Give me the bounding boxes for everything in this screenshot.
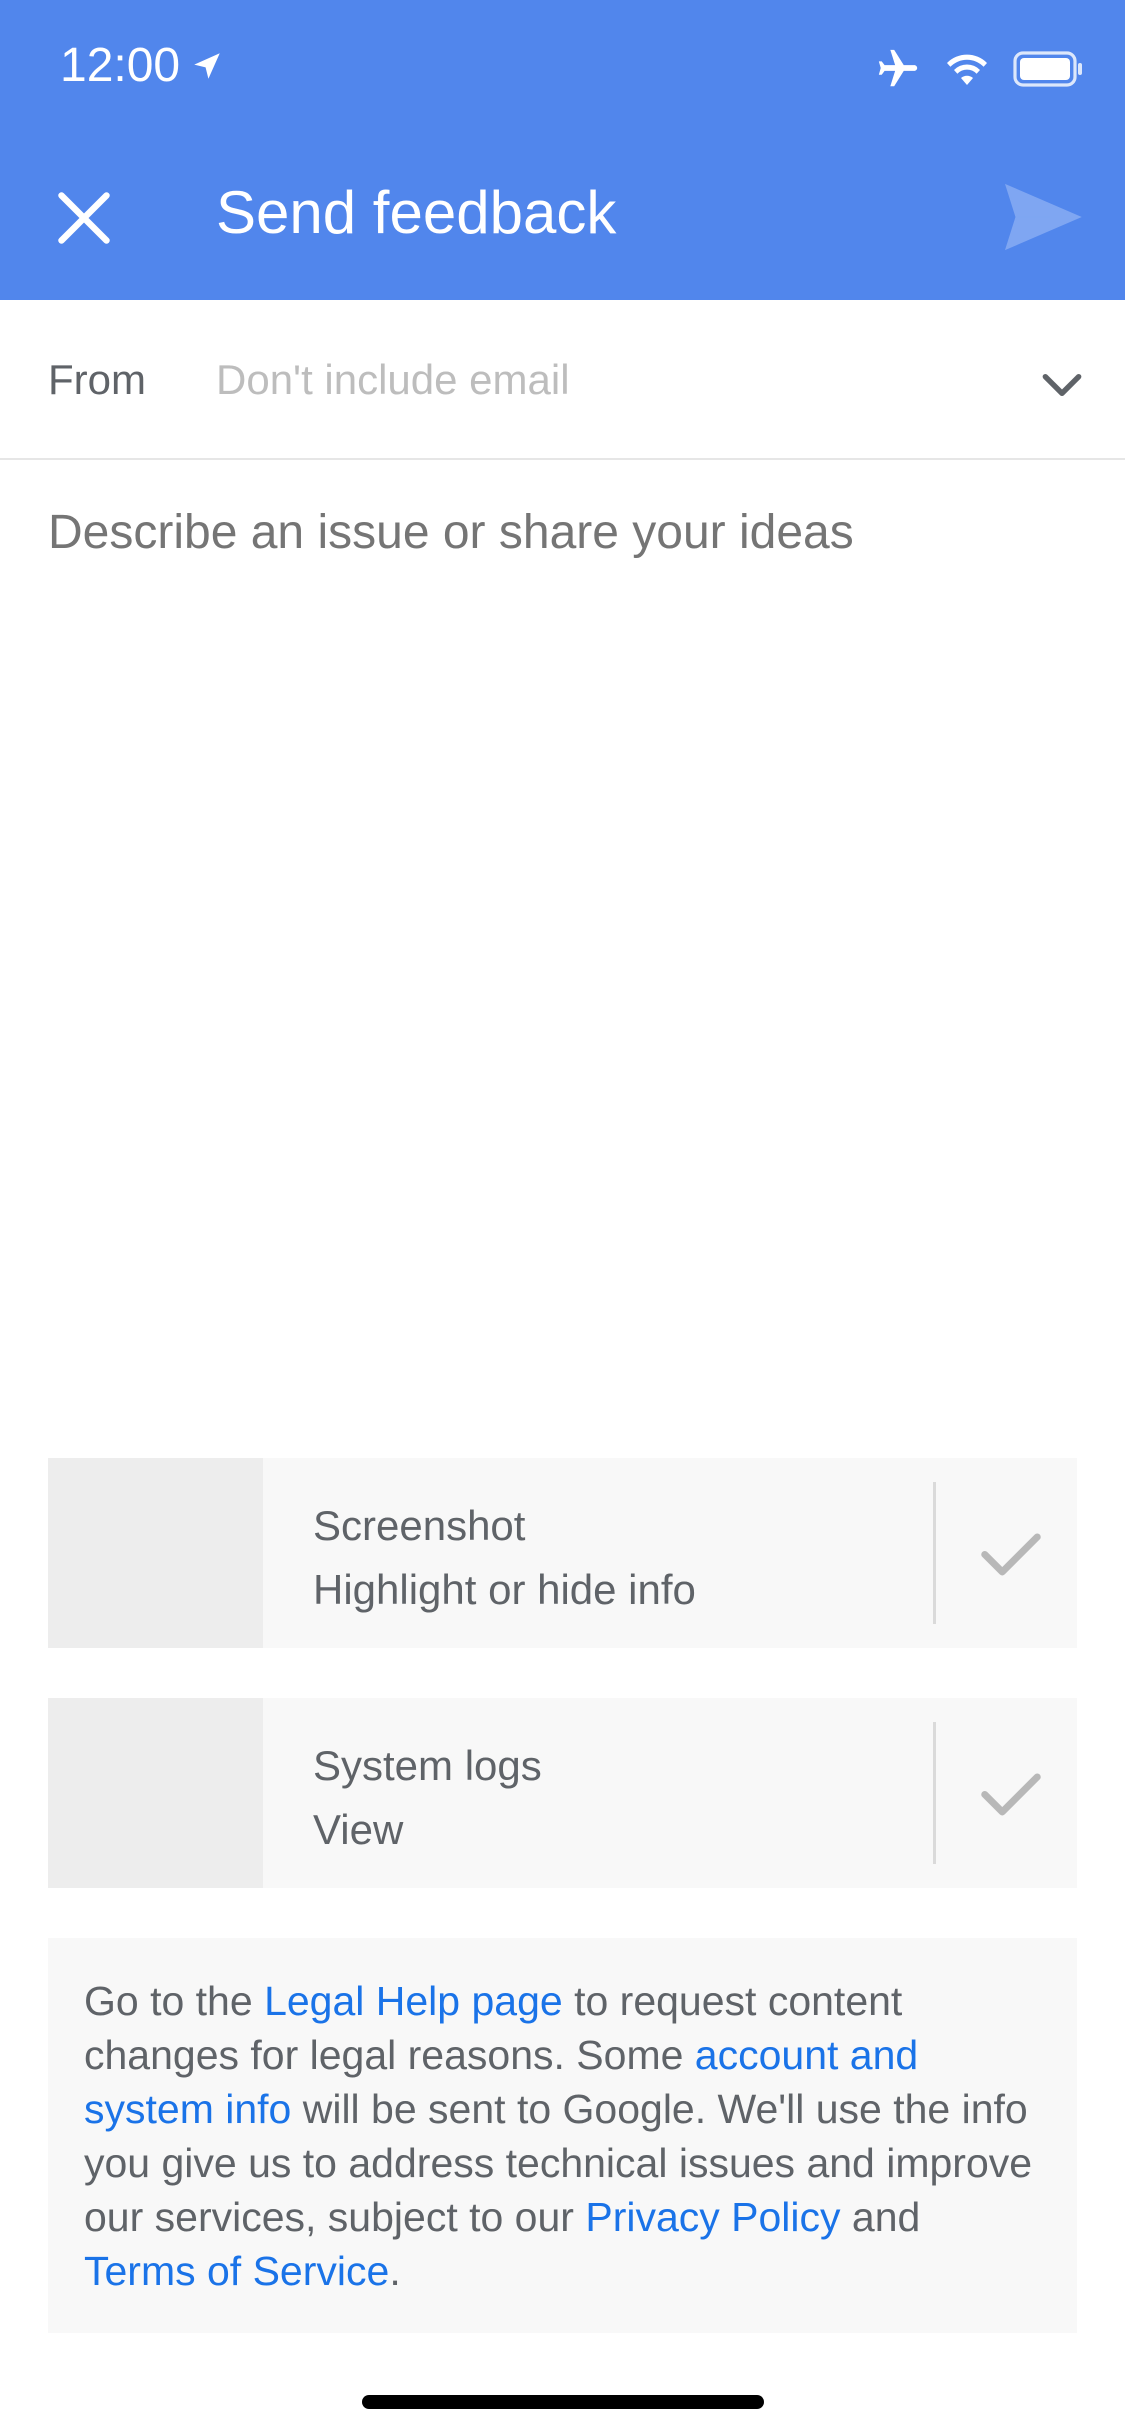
status-icons — [875, 46, 1085, 92]
screenshot-thumbnail[interactable] — [48, 1458, 263, 1648]
terms-of-service-link[interactable]: Terms of Service — [84, 2248, 389, 2294]
legal-text: Go to the — [84, 1978, 265, 2024]
location-arrow-icon — [194, 52, 220, 79]
system-logs-thumbnail[interactable] — [48, 1698, 263, 1888]
system-logs-title: System logs — [313, 1742, 542, 1789]
screenshot-subtitle[interactable]: Highlight or hide info — [313, 1566, 696, 1614]
feedback-description-input[interactable] — [48, 505, 1078, 1385]
legal-text: and — [840, 2194, 921, 2240]
divider — [933, 1482, 936, 1624]
from-selector[interactable]: From Don't include email — [0, 300, 1125, 460]
divider — [933, 1722, 936, 1864]
from-value[interactable]: Don't include email — [216, 356, 570, 404]
from-label: From — [48, 356, 146, 403]
send-icon[interactable] — [1003, 182, 1083, 252]
privacy-policy-link[interactable]: Privacy Policy — [585, 2194, 840, 2240]
checkmark-icon[interactable] — [976, 1758, 1046, 1828]
battery-icon — [1013, 51, 1082, 87]
screenshot-attachment[interactable]: Screenshot Highlight or hide info — [48, 1458, 1077, 1648]
system-logs-view-link[interactable]: View — [313, 1806, 403, 1854]
system-logs-attachment[interactable]: System logs View — [48, 1698, 1077, 1888]
home-indicator[interactable] — [362, 2395, 764, 2409]
airplane-mode-icon — [878, 49, 918, 87]
page-title: Send feedback — [216, 179, 617, 246]
legal-help-page-link[interactable]: Legal Help page — [264, 1978, 563, 2024]
chevron-down-icon[interactable] — [1037, 360, 1087, 410]
wifi-icon — [947, 54, 987, 85]
app-bar: 12:00 Send feedback — [0, 0, 1125, 300]
checkmark-icon[interactable] — [976, 1518, 1046, 1588]
screenshot-title: Screenshot — [313, 1502, 526, 1549]
legal-text: . — [389, 2248, 401, 2294]
status-bar-time: 12:00 — [60, 38, 224, 93]
clock: 12:00 — [60, 39, 181, 92]
legal-notice: Go to the Legal Help page to request con… — [48, 1938, 1077, 2333]
close-icon[interactable] — [54, 188, 114, 248]
